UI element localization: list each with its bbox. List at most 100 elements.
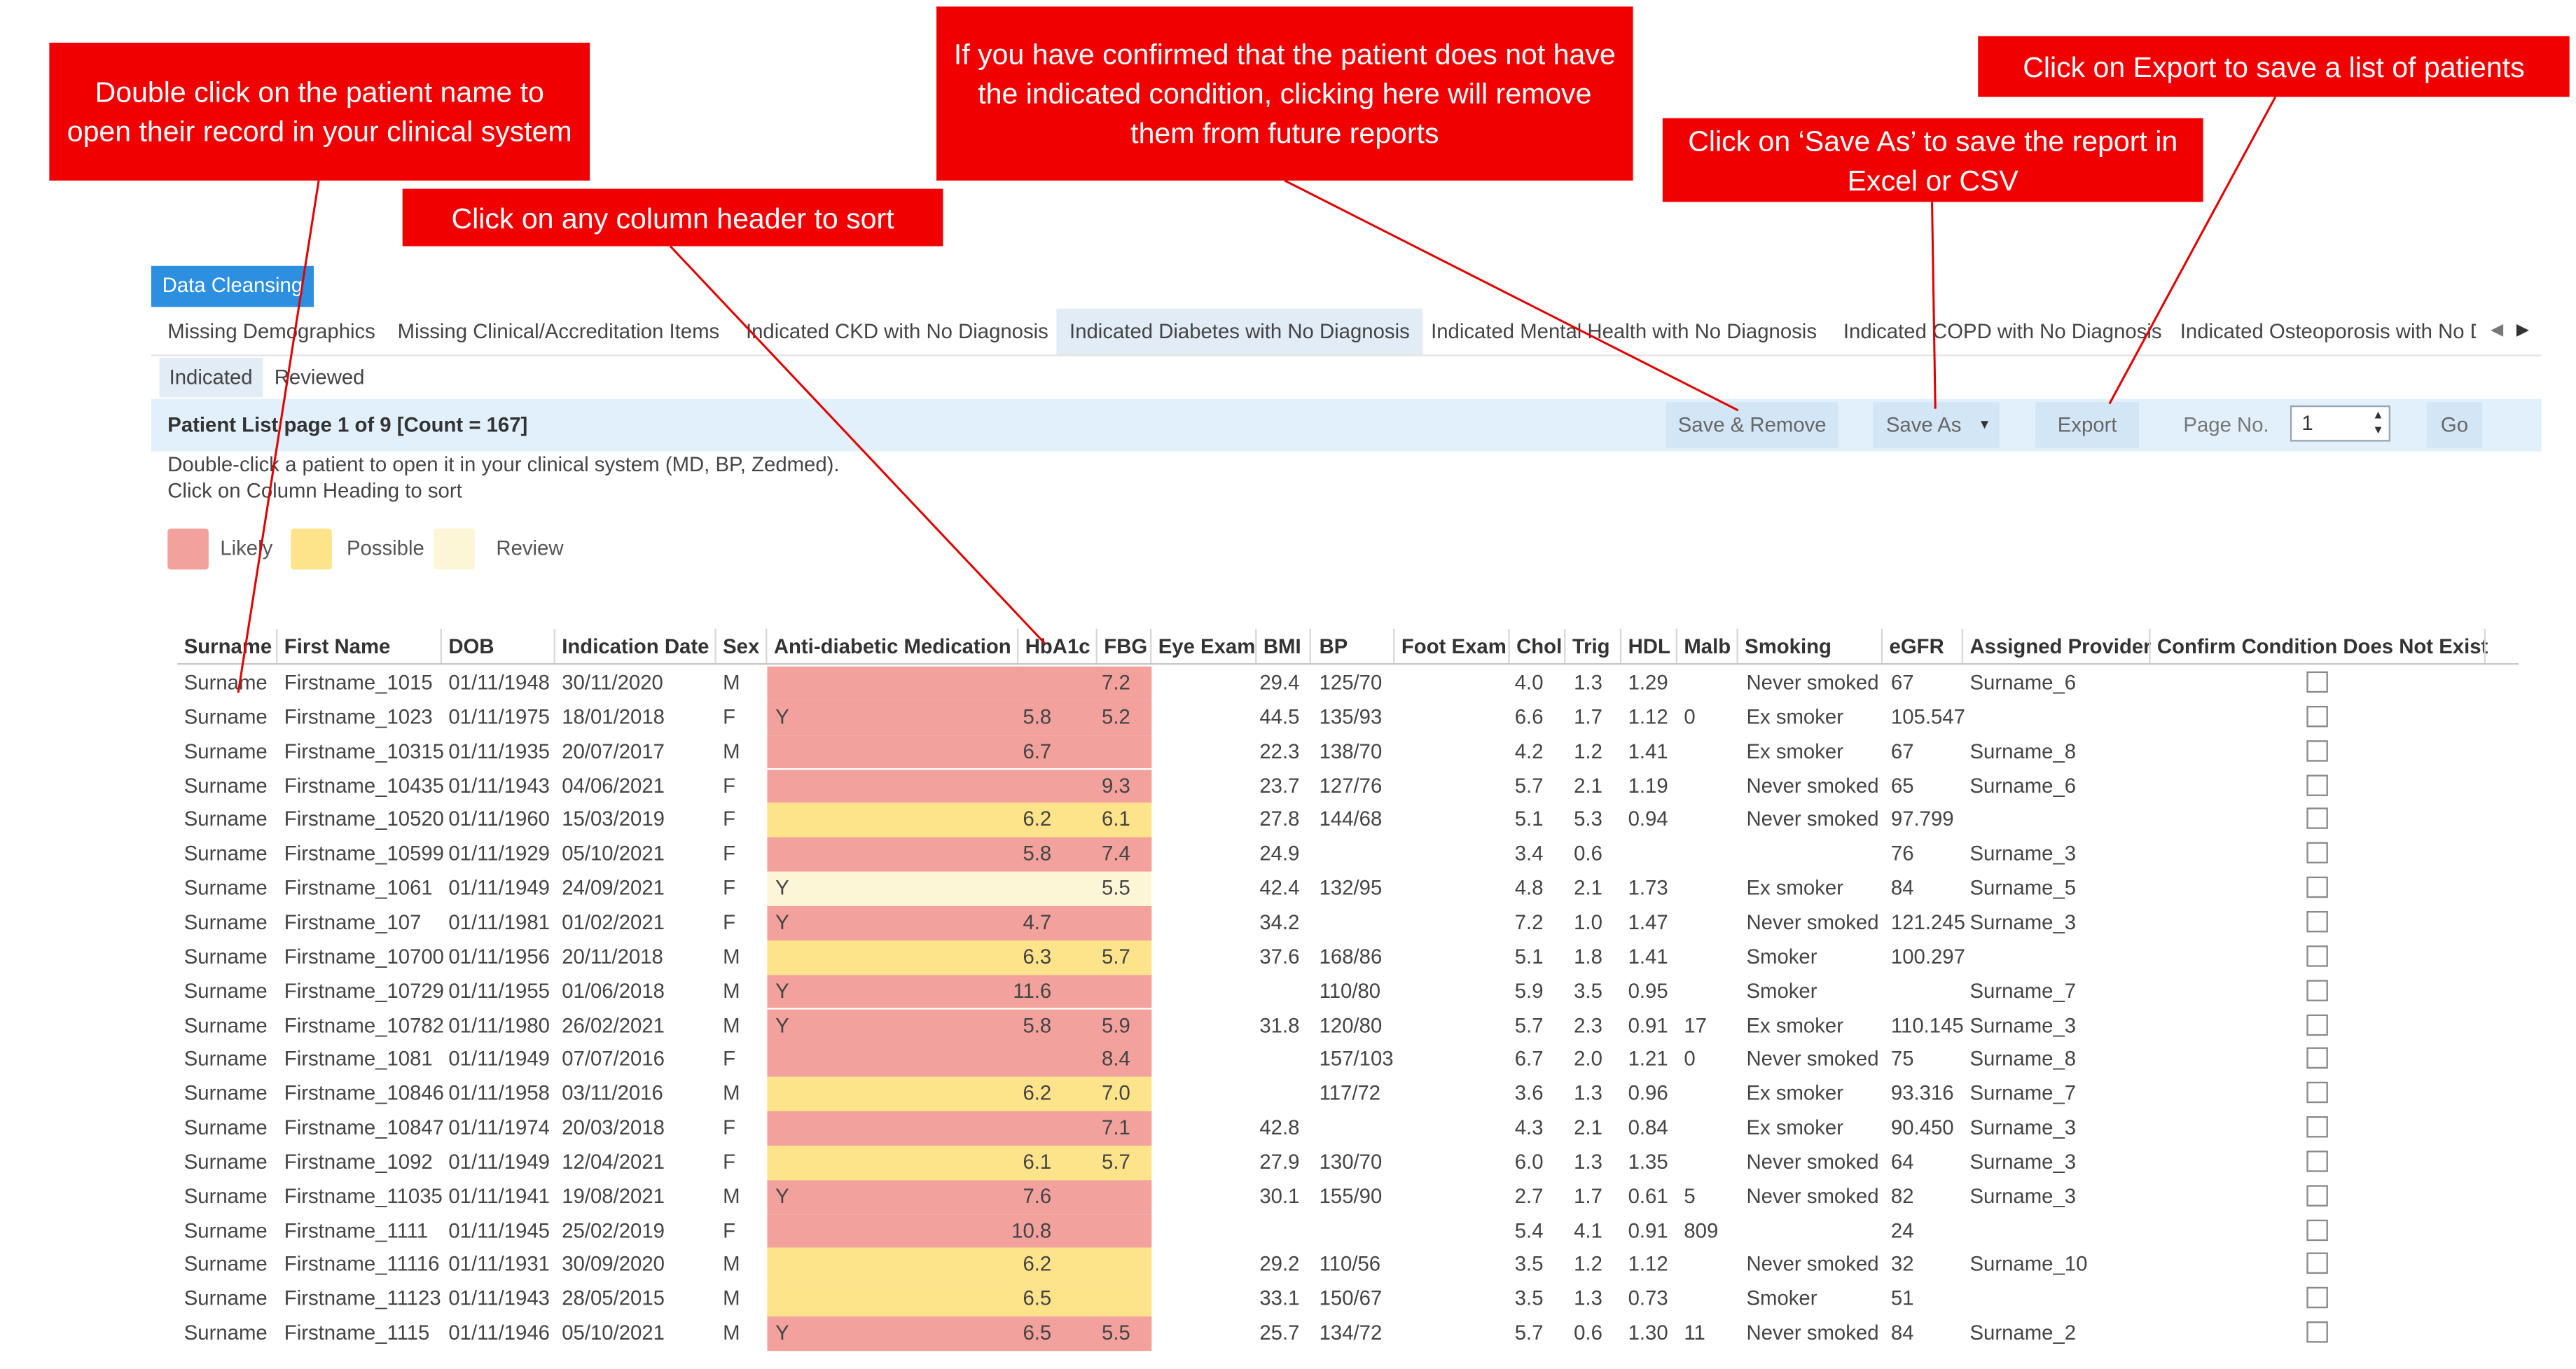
column-header-eye-exam[interactable]: Eye Exam xyxy=(1158,630,1256,663)
confirm-condition-checkbox[interactable] xyxy=(2306,671,2328,693)
cell-first[interactable]: Firstname_1081 xyxy=(284,1043,433,1077)
cell-surname[interactable]: Surname xyxy=(184,940,268,975)
tab-mental-health[interactable]: Indicated Mental Health with No Diagnosi… xyxy=(1431,309,1817,355)
cell-surname[interactable]: Surname xyxy=(184,1180,268,1214)
confirm-condition-checkbox[interactable] xyxy=(2306,1218,2328,1241)
table-row[interactable]: Surname Firstname_1015 01/11/1948 30/11/202… xyxy=(177,666,2484,701)
column-separator[interactable] xyxy=(1881,628,1883,665)
table-row[interactable]: Surname Firstname_1115 01/11/1946 05/10/202… xyxy=(177,1316,2484,1351)
cell-surname[interactable]: Surname xyxy=(184,872,268,906)
table-row[interactable]: Surname Firstname_1092 01/11/1949 12/04/202… xyxy=(177,1145,2484,1180)
save-as-button[interactable]: Save As ▼ xyxy=(1873,402,2000,448)
cell-surname[interactable]: Surname xyxy=(184,735,268,769)
go-button[interactable]: Go xyxy=(2426,402,2483,448)
column-separator[interactable] xyxy=(1736,628,1738,665)
table-row[interactable]: Surname Firstname_1111 01/11/1945 25/02/201… xyxy=(177,1214,2484,1249)
confirm-condition-checkbox[interactable] xyxy=(2306,842,2328,864)
cell-surname[interactable]: Surname xyxy=(184,1077,268,1111)
column-header-sex[interactable]: Sex xyxy=(723,630,759,663)
table-row[interactable]: Surname Firstname_10700 01/11/1956 20/11/20… xyxy=(177,940,2484,975)
confirm-condition-checkbox[interactable] xyxy=(2306,1321,2328,1343)
table-row[interactable]: Surname Firstname_10847 01/11/1974 20/03/20… xyxy=(177,1111,2484,1146)
cell-first[interactable]: Firstname_10435 xyxy=(284,769,444,803)
cell-surname[interactable]: Surname xyxy=(184,1146,268,1180)
column-separator[interactable] xyxy=(553,628,555,665)
confirm-condition-checkbox[interactable] xyxy=(2306,979,2328,1001)
column-header-dob[interactable]: DOB xyxy=(448,630,494,663)
column-header-first-name[interactable]: First Name xyxy=(284,630,391,663)
tab-scroll-arrows[interactable]: ◀▶ xyxy=(2491,321,2542,340)
confirm-condition-checkbox[interactable] xyxy=(2306,910,2328,933)
cell-first[interactable]: Firstname_1092 xyxy=(284,1146,433,1180)
confirm-condition-checkbox[interactable] xyxy=(2306,739,2328,761)
column-separator[interactable] xyxy=(766,628,768,665)
column-separator[interactable] xyxy=(1095,628,1097,665)
confirm-condition-checkbox[interactable] xyxy=(2306,1082,2328,1104)
cell-first[interactable]: Firstname_10782 xyxy=(284,1008,444,1043)
confirm-condition-checkbox[interactable] xyxy=(2306,774,2328,795)
cell-first[interactable]: Firstname_10846 xyxy=(284,1077,444,1111)
cell-surname[interactable]: Surname xyxy=(184,769,268,803)
column-header-bp[interactable]: BP xyxy=(1320,630,1348,663)
tab-osteoporosis[interactable]: Indicated Osteoporosis with No D xyxy=(2180,309,2476,355)
cell-surname[interactable]: Surname xyxy=(184,1111,268,1146)
save-remove-button[interactable]: Save & Remove xyxy=(1666,402,1838,448)
column-header-foot-exam[interactable]: Foot Exam xyxy=(1401,630,1507,663)
table-row[interactable]: Surname Firstname_10846 01/11/1958 03/11/20… xyxy=(177,1077,2484,1111)
cell-surname[interactable]: Surname xyxy=(184,1282,268,1316)
column-separator[interactable] xyxy=(1016,628,1019,665)
column-separator[interactable] xyxy=(1508,628,1510,665)
export-button[interactable]: Export xyxy=(2035,402,2140,448)
confirm-condition-checkbox[interactable] xyxy=(2306,1184,2328,1207)
cell-first[interactable]: Firstname_11035 xyxy=(284,1180,443,1214)
column-header-smoking[interactable]: Smoking xyxy=(1745,630,1831,663)
cell-first[interactable]: Firstname_1111 xyxy=(284,1214,428,1249)
cell-first[interactable]: Firstname_1061 xyxy=(284,872,433,906)
column-header-anti-diabetic-medication[interactable]: Anti-diabetic Medication xyxy=(774,630,1011,663)
cell-surname[interactable]: Surname xyxy=(184,975,268,1009)
cell-first[interactable]: Firstname_1115 xyxy=(284,1316,430,1351)
column-separator[interactable] xyxy=(2149,628,2151,665)
tab-copd[interactable]: Indicated COPD with No Diagnosis xyxy=(1843,309,2162,355)
column-header-hdl[interactable]: HDL xyxy=(1628,630,1670,663)
tab-missing-clinical[interactable]: Missing Clinical/Accreditation Items xyxy=(398,309,720,355)
column-header-trig[interactable]: Trig xyxy=(1572,630,1610,663)
confirm-condition-checkbox[interactable] xyxy=(2306,1150,2328,1172)
cell-first[interactable]: Firstname_1023 xyxy=(284,701,433,735)
cell-surname[interactable]: Surname xyxy=(184,667,268,701)
table-row[interactable]: Surname Firstname_1023 01/11/1975 18/01/201… xyxy=(177,700,2484,735)
table-row[interactable]: Surname Firstname_10729 01/11/1955 01/06/20… xyxy=(177,974,2484,1009)
cell-first[interactable]: Firstname_11123 xyxy=(284,1282,441,1316)
cell-surname[interactable]: Surname xyxy=(184,1008,268,1043)
cell-first[interactable]: Firstname_10315 xyxy=(284,735,444,769)
confirm-condition-checkbox[interactable] xyxy=(2306,808,2328,830)
table-row[interactable]: Surname Firstname_11123 01/11/1943 28/05/20… xyxy=(177,1282,2484,1317)
cell-first[interactable]: Firstname_10700 xyxy=(284,940,444,975)
confirm-condition-checkbox[interactable] xyxy=(2306,1253,2328,1275)
data-cleansing-tab[interactable]: Data Cleansing xyxy=(151,265,314,307)
column-separator[interactable] xyxy=(1393,628,1395,665)
cell-first[interactable]: Firstname_11116 xyxy=(284,1249,440,1283)
cell-surname[interactable]: Surname xyxy=(184,701,268,735)
table-row[interactable]: Surname Firstname_1061 01/11/1949 24/09/202… xyxy=(177,871,2484,906)
column-header-egfr[interactable]: eGFR xyxy=(1890,630,1944,663)
table-row[interactable]: Surname Firstname_11035 01/11/1941 19/08/20… xyxy=(177,1179,2484,1214)
scroll-right-icon[interactable]: ▶ xyxy=(2516,321,2542,340)
spin-up-icon[interactable]: ▲ xyxy=(2372,410,2383,424)
scroll-left-icon[interactable]: ◀ xyxy=(2491,321,2516,340)
column-separator[interactable] xyxy=(1564,628,1566,665)
table-row[interactable]: Surname Firstname_107 01/11/1981 01/02/2021… xyxy=(177,905,2484,940)
page-number-input[interactable]: 1 ▲ ▼ xyxy=(2290,405,2390,442)
column-header-indication-date[interactable]: Indication Date xyxy=(562,630,709,663)
tab-missing-demographics[interactable]: Missing Demographics xyxy=(167,309,375,355)
cell-surname[interactable]: Surname xyxy=(184,1316,268,1351)
table-row[interactable]: Surname Firstname_11116 01/11/1931 30/09/20… xyxy=(177,1248,2484,1283)
spin-down-icon[interactable]: ▼ xyxy=(2372,425,2383,438)
confirm-condition-checkbox[interactable] xyxy=(2306,1048,2328,1069)
tab-diabetes[interactable]: Indicated Diabetes with No Diagnosis xyxy=(1056,308,1423,355)
column-separator[interactable] xyxy=(1619,628,1622,665)
cell-first[interactable]: Firstname_107 xyxy=(284,906,422,940)
cell-surname[interactable]: Surname xyxy=(184,838,268,872)
column-separator[interactable] xyxy=(1149,628,1152,665)
table-row[interactable]: Surname Firstname_10782 01/11/1980 26/02/20… xyxy=(177,1008,2484,1043)
